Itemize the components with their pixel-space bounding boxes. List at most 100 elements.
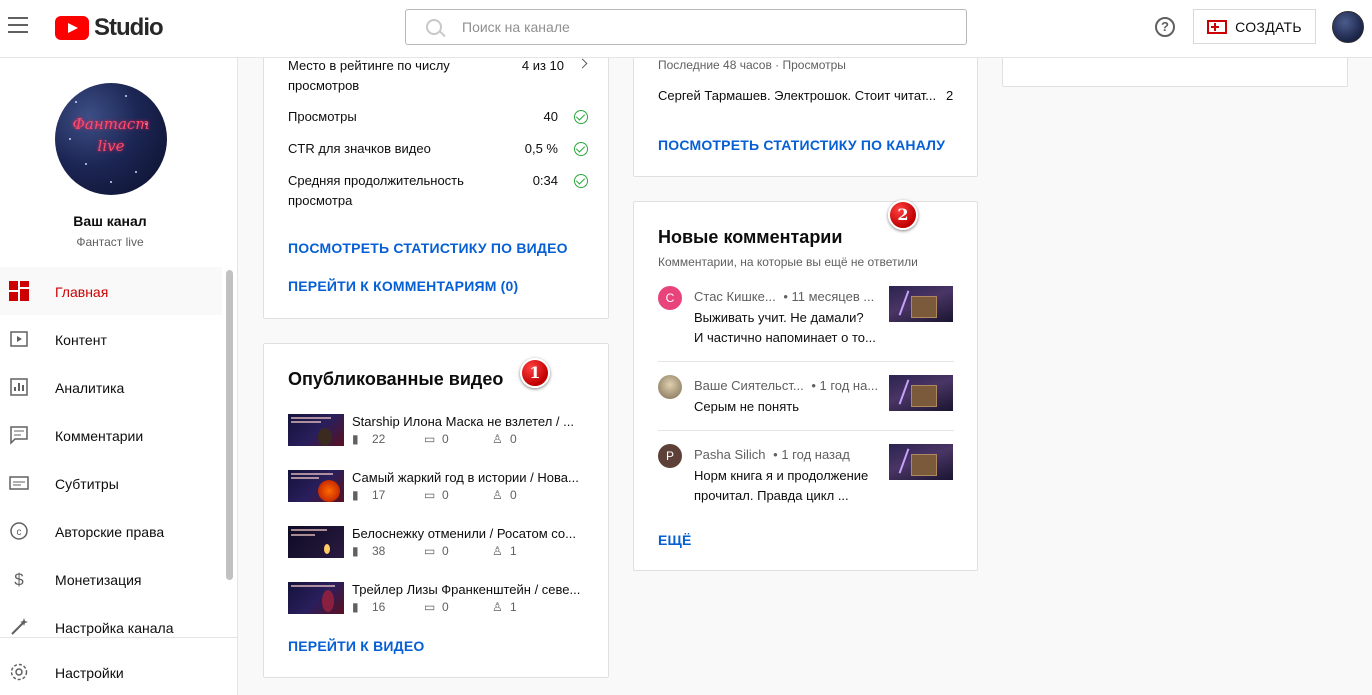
sidebar-item-customization[interactable]: Настройка канала: [0, 603, 222, 651]
likes-count: 0: [510, 432, 517, 446]
sidebar-item-label: Авторские права: [55, 524, 165, 540]
search-box[interactable]: [405, 9, 967, 45]
sidebar-item-label: Комментарии: [55, 428, 144, 444]
menu-icon[interactable]: [8, 17, 28, 33]
comment-text: Серым не понять: [694, 399, 799, 414]
svg-text:$: $: [14, 570, 24, 589]
comment-item[interactable]: Ваше Сиятельст... • 1 год на... Серым не…: [658, 375, 954, 415]
check-circle-icon: [574, 142, 588, 156]
check-circle-icon: [574, 174, 588, 188]
views-icon: ▮: [352, 600, 359, 614]
sidebar-item-settings[interactable]: Настройки: [0, 648, 238, 692]
video-thumbnail: [889, 444, 953, 480]
stat-row-ranking[interactable]: Место в рейтинге по числу просмотров 4 и…: [288, 56, 588, 96]
comment-item[interactable]: С Стас Кишке... • 11 месяцев ... Выживат…: [658, 286, 954, 346]
thumbs-up-icon: ♙: [492, 600, 503, 614]
likes-count: 0: [510, 488, 517, 502]
video-title: Трейлер Лизы Франкенштейн / севе...: [352, 582, 581, 597]
comment-author: Pasha Silich: [694, 447, 766, 462]
go-to-comments-link[interactable]: ПЕРЕЙТИ К КОММЕНТАРИЯМ (0): [288, 278, 518, 294]
video-meta: ▮ 17 ▭ 0 ♙ 0: [352, 488, 592, 504]
card-subtitle: Комментарии, на которые вы ещё не ответи…: [658, 255, 918, 269]
comments-count: 0: [442, 544, 449, 558]
sidebar-item-copyright[interactable]: c Авторские права: [0, 507, 222, 555]
stat-value: 40: [543, 109, 558, 124]
views-icon: ▮: [352, 432, 359, 446]
sidebar: Фантаст live Ваш канал Фантаст live Глав…: [0, 58, 238, 695]
channel-stats-link[interactable]: ПОСМОТРЕТЬ СТАТИСТИКУ ПО КАНАЛУ: [658, 137, 945, 153]
video-meta: ▮ 38 ▭ 0 ♙ 1: [352, 544, 592, 560]
video-meta: ▮ 22 ▭ 0 ♙ 0: [352, 432, 592, 448]
check-circle-icon: [574, 110, 588, 124]
video-item[interactable]: Starship Илона Маска не взлетел / ... ▮ 2…: [288, 414, 588, 454]
sidebar-item-comments[interactable]: Комментарии: [0, 411, 222, 459]
dashboard-icon: [9, 281, 29, 301]
stat-label-cont: просмотров: [288, 78, 360, 93]
video-thumbnail: [288, 414, 344, 446]
video-stats-link[interactable]: ПОСМОТРЕТЬ СТАТИСТИКУ ПО ВИДЕО: [288, 240, 568, 256]
comment-author: Ваше Сиятельст...: [694, 378, 804, 393]
create-button-label: СОЗДАТЬ: [1235, 18, 1302, 35]
stat-value: 0:34: [532, 173, 558, 188]
stat-row-avg-duration: Средняя продолжительность просмотра 0:34: [288, 171, 588, 211]
comment-author: Стас Кишке...: [694, 289, 776, 304]
sidebar-item-dashboard[interactable]: Главная: [0, 267, 222, 315]
likes-count: 1: [510, 544, 517, 558]
video-thumbnail: [288, 470, 344, 502]
svg-text:c: c: [17, 527, 22, 538]
search-input[interactable]: [462, 19, 942, 35]
views-icon: ▮: [352, 544, 359, 558]
sidebar-item-label: Монетизация: [55, 572, 142, 588]
sidebar-item-monetization[interactable]: $ Монетизация: [0, 555, 222, 603]
views-icon: ▮: [352, 488, 359, 502]
more-comments-link[interactable]: ЕЩЁ: [658, 532, 692, 548]
divider: [658, 430, 954, 431]
gear-icon: [9, 662, 29, 682]
content-icon: [9, 329, 29, 349]
sidebar-item-analytics[interactable]: Аналитика: [0, 363, 222, 411]
sidebar-item-subtitles[interactable]: Субтитры: [0, 459, 222, 507]
video-thumbnail: [889, 286, 953, 322]
channel-avatar[interactable]: Фантаст live: [55, 83, 167, 195]
create-video-icon: [1207, 19, 1228, 34]
annotation-marker: 2: [888, 200, 918, 230]
annotation-marker: 1: [520, 358, 550, 388]
comment-item[interactable]: P Pasha Silich • 1 год назад Норм книга …: [658, 444, 954, 504]
stat-label-cont: просмотра: [288, 193, 353, 208]
go-to-videos-link[interactable]: ПЕРЕЙТИ К ВИДЕО: [288, 638, 424, 654]
card-title: Новые комментарии: [658, 227, 843, 247]
comments-count: 0: [442, 600, 449, 614]
video-title: Белоснежку отменили / Росатом со...: [352, 526, 576, 541]
top-video-value: 2: [946, 88, 954, 103]
thumbs-up-icon: ♙: [492, 488, 503, 502]
video-item[interactable]: Трейлер Лизы Франкенштейн / севе... ▮ 16 …: [288, 582, 588, 622]
channel-logo: Фантаст live: [72, 115, 150, 155]
comment-time: • 11 месяцев ...: [783, 289, 875, 304]
views-count: 22: [372, 432, 386, 446]
video-item[interactable]: Самый жаркий год в истории / Нова... ▮ 17…: [288, 470, 588, 510]
stat-row-ctr: CTR для значков видео 0,5 %: [288, 139, 588, 159]
sidebar-item-label: Настройка канала: [55, 620, 174, 636]
comment-icon: ▭: [424, 432, 436, 446]
analytics-icon: [9, 377, 29, 397]
sidebar-scrollbar[interactable]: [226, 270, 233, 580]
account-avatar[interactable]: [1332, 11, 1364, 43]
studio-logo[interactable]: Studio: [55, 14, 164, 42]
help-icon[interactable]: ?: [1155, 17, 1175, 37]
comment-header: Pasha Silich • 1 год назад: [694, 447, 850, 462]
create-button[interactable]: СОЗДАТЬ: [1193, 9, 1316, 44]
video-item[interactable]: Белоснежку отменили / Росатом со... ▮ 38 …: [288, 526, 588, 566]
views-count: 38: [372, 544, 386, 558]
thumbs-up-icon: ♙: [492, 432, 503, 446]
search-icon: [426, 19, 442, 35]
comment-icon: ▭: [424, 488, 436, 502]
video-thumbnail: [288, 582, 344, 614]
magic-wand-icon: [9, 617, 29, 637]
comment-text: Выживать учит. Не дамали?: [694, 310, 864, 325]
comment-text-cont: И частично напоминает о то...: [694, 330, 876, 345]
top-video-title[interactable]: Сергей Тармашев. Электрошок. Стоит читат…: [658, 88, 938, 103]
likes-count: 1: [510, 600, 517, 614]
sidebar-item-content[interactable]: Контент: [0, 315, 222, 363]
sidebar-item-label: Субтитры: [55, 476, 119, 492]
sidebar-item-label: Аналитика: [55, 380, 125, 396]
